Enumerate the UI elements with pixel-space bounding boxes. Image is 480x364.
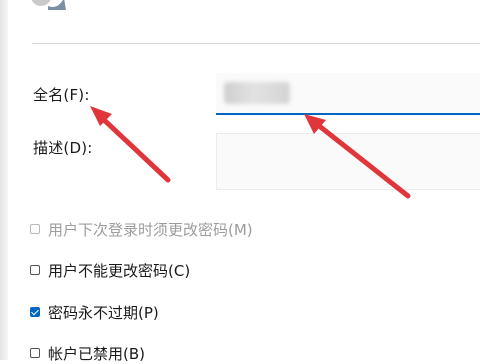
annotation-arrow-fullname-label — [90, 106, 171, 183]
annotation-overlay — [90, 106, 411, 199]
annotation-arrow-fullname-input — [304, 114, 411, 199]
